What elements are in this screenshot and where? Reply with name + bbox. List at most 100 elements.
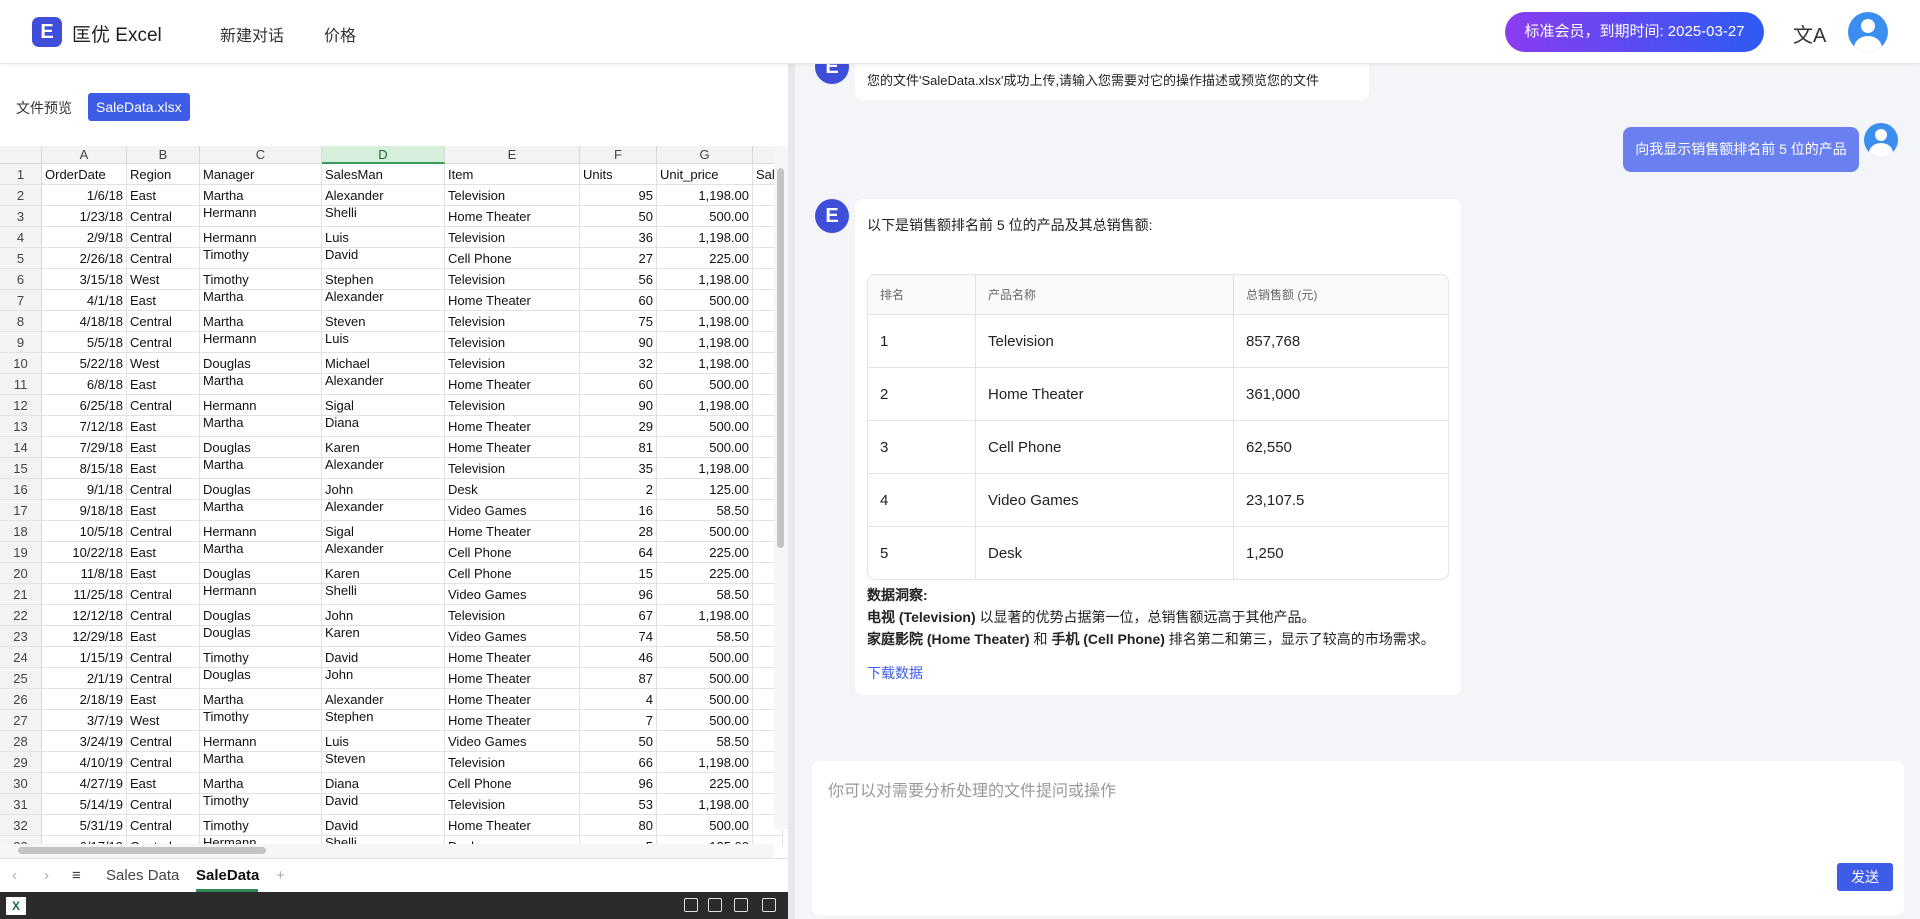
row-header[interactable]: 1	[0, 164, 42, 185]
table-cell[interactable]: 74	[580, 626, 657, 647]
table-cell[interactable]: 67	[580, 605, 657, 626]
table-cell[interactable]: David	[322, 794, 445, 815]
table-cell[interactable]: 90	[580, 332, 657, 353]
nav-pricing[interactable]: 价格	[324, 22, 356, 46]
vertical-scrollbar[interactable]	[774, 146, 788, 829]
table-cell[interactable]: Television	[445, 269, 580, 290]
table-cell[interactable]: Timothy	[200, 794, 322, 815]
table-cell[interactable]: 95	[580, 185, 657, 206]
table-cell[interactable]: 35	[580, 458, 657, 479]
table-cell[interactable]: Central	[127, 521, 200, 542]
sheet-list-icon[interactable]: ≡	[72, 867, 81, 884]
table-cell[interactable]: 500.00	[657, 521, 753, 542]
app-logo-icon[interactable]: E	[32, 17, 62, 47]
table-cell[interactable]: Television	[445, 752, 580, 773]
spreadsheet-grid[interactable]: A B C D E F G 1 OrderDate Region Manager SalesMan It…	[0, 146, 788, 846]
table-cell[interactable]: Television	[445, 332, 580, 353]
column-header[interactable]: E	[445, 146, 580, 164]
table-cell[interactable]: Luis	[322, 227, 445, 248]
table-cell[interactable]: 64	[580, 542, 657, 563]
row-header[interactable]: 22	[0, 605, 42, 626]
table-cell[interactable]: 1,198.00	[657, 185, 753, 206]
table-cell[interactable]: 4	[580, 689, 657, 710]
table-cell[interactable]: East	[127, 458, 200, 479]
table-cell[interactable]: David	[322, 248, 445, 269]
table-cell[interactable]: 50	[580, 731, 657, 752]
table-cell[interactable]: Martha	[200, 374, 322, 395]
row-header[interactable]: 30	[0, 773, 42, 794]
table-cell[interactable]: Douglas	[200, 668, 322, 689]
table-cell[interactable]: 3/24/19	[42, 731, 127, 752]
table-cell[interactable]: 75	[580, 311, 657, 332]
table-header-cell[interactable]: Region	[127, 164, 200, 185]
table-cell[interactable]: East	[127, 290, 200, 311]
row-header[interactable]: 8	[0, 311, 42, 332]
table-cell[interactable]: 60	[580, 290, 657, 311]
table-cell[interactable]: Home Theater	[445, 416, 580, 437]
row-header[interactable]: 5	[0, 248, 42, 269]
table-cell[interactable]: Home Theater	[445, 647, 580, 668]
row-header[interactable]: 2	[0, 185, 42, 206]
row-header[interactable]: 12	[0, 395, 42, 416]
row-header[interactable]: 29	[0, 752, 42, 773]
nav-new-chat[interactable]: 新建对话	[220, 22, 284, 46]
table-cell[interactable]: Alexander	[322, 458, 445, 479]
table-cell[interactable]: Television	[445, 458, 580, 479]
tab-sales-data[interactable]: Sales Data	[106, 867, 179, 884]
table-cell[interactable]: Video Games	[445, 626, 580, 647]
table-cell[interactable]: 4/1/18	[42, 290, 127, 311]
table-cell[interactable]: 2	[580, 479, 657, 500]
table-cell[interactable]: 4/18/18	[42, 311, 127, 332]
table-cell[interactable]: Central	[127, 311, 200, 332]
table-cell[interactable]: East	[127, 689, 200, 710]
send-button[interactable]: 发送	[1837, 863, 1893, 891]
table-header-cell[interactable]: SalesMan	[322, 164, 445, 185]
table-cell[interactable]: 28	[580, 521, 657, 542]
table-cell[interactable]: Douglas	[200, 626, 322, 647]
table-cell[interactable]: 500.00	[657, 416, 753, 437]
table-cell[interactable]: 56	[580, 269, 657, 290]
table-cell[interactable]: 500.00	[657, 437, 753, 458]
table-cell[interactable]: East	[127, 416, 200, 437]
table-cell[interactable]: 2/1/19	[42, 668, 127, 689]
table-cell[interactable]: Home Theater	[445, 815, 580, 836]
copy-icon[interactable]	[684, 898, 698, 912]
table-cell[interactable]: Douglas	[200, 353, 322, 374]
row-header[interactable]: 7	[0, 290, 42, 311]
table-cell[interactable]: Martha	[200, 416, 322, 437]
table-cell[interactable]: Video Games	[445, 584, 580, 605]
table-cell[interactable]: Karen	[322, 626, 445, 647]
table-cell[interactable]: 500.00	[657, 206, 753, 227]
membership-badge[interactable]: 标准会员，到期时间: 2025-03-27	[1505, 12, 1764, 52]
table-cell[interactable]: 225.00	[657, 773, 753, 794]
row-header[interactable]: 9	[0, 332, 42, 353]
table-cell[interactable]: 1,198.00	[657, 794, 753, 815]
table-cell[interactable]: Hermann	[200, 584, 322, 605]
table-cell[interactable]: Television	[445, 311, 580, 332]
horizontal-scrollbar[interactable]	[0, 844, 774, 858]
row-header[interactable]: 10	[0, 353, 42, 374]
table-cell[interactable]: 225.00	[657, 542, 753, 563]
table-cell[interactable]: West	[127, 353, 200, 374]
table-cell[interactable]: 500.00	[657, 290, 753, 311]
table-cell[interactable]: 27	[580, 248, 657, 269]
table-cell[interactable]: 500.00	[657, 689, 753, 710]
table-cell[interactable]: Television	[445, 185, 580, 206]
file-tab[interactable]: SaleData.xlsx	[88, 93, 190, 121]
table-cell[interactable]: 3/7/19	[42, 710, 127, 731]
table-cell[interactable]: Luis	[322, 332, 445, 353]
row-header[interactable]: 20	[0, 563, 42, 584]
table-cell[interactable]: 9/1/18	[42, 479, 127, 500]
table-cell[interactable]: 1,198.00	[657, 311, 753, 332]
table-cell[interactable]: 8/15/18	[42, 458, 127, 479]
table-cell[interactable]: 7	[580, 710, 657, 731]
table-cell[interactable]: John	[322, 479, 445, 500]
table-cell[interactable]: 80	[580, 815, 657, 836]
table-cell[interactable]: Alexander	[322, 290, 445, 311]
table-cell[interactable]: John	[322, 668, 445, 689]
view-icon[interactable]	[734, 898, 748, 912]
table-cell[interactable]: Central	[127, 794, 200, 815]
table-cell[interactable]: Television	[445, 227, 580, 248]
table-cell[interactable]: East	[127, 374, 200, 395]
table-cell[interactable]: 58.50	[657, 584, 753, 605]
